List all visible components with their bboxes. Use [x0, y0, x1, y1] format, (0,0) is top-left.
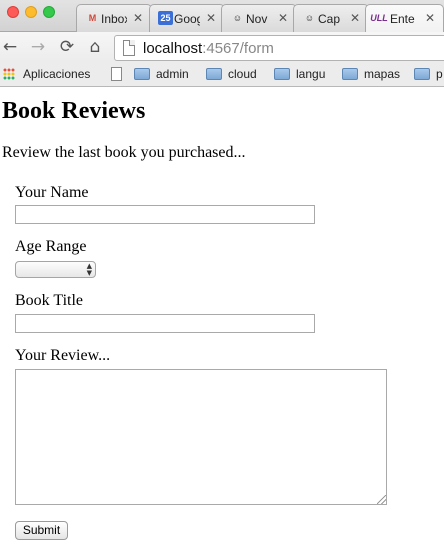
tab-close-icon[interactable]: ✕ [206, 11, 216, 25]
tab-nov[interactable]: ☺ Nov ✕ [221, 4, 297, 32]
bookmark-admin[interactable]: admin [134, 67, 189, 83]
tab-close-icon[interactable]: ✕ [425, 11, 435, 25]
bookmark-aplicaciones[interactable]: Aplicaciones [3, 67, 90, 83]
review-label: Your Review... [15, 347, 111, 364]
gmail-icon: M [88, 13, 97, 23]
tab-title: Inbox [101, 12, 127, 26]
apps-icon [3, 68, 15, 80]
bookmark-p[interactable]: p [414, 67, 443, 83]
tab-ente[interactable]: ULL Ente ✕ [365, 4, 444, 32]
book-title-label: Book Title [15, 292, 84, 309]
tab-close-icon[interactable]: ✕ [278, 11, 288, 25]
age-range-select[interactable]: ▲ ▼ [15, 261, 96, 278]
back-icon[interactable]: ← [0, 37, 20, 57]
intro-text: Review the last book you purchased... [2, 144, 246, 161]
home-icon[interactable]: ⌂ [85, 37, 105, 57]
folder-icon [206, 68, 222, 80]
bookmark-file[interactable] [111, 67, 122, 83]
url-text: localhost:4567/form [143, 40, 274, 57]
tab-close-icon[interactable]: ✕ [350, 11, 360, 25]
bookmark-cloud[interactable]: cloud [206, 67, 257, 83]
bookmark-langu[interactable]: langu [274, 67, 325, 83]
name-label: Your Name [15, 184, 89, 201]
folder-icon [134, 68, 150, 80]
tab-strip: M Inbox ✕ 25 Google ✕ ☺ Nov ✕ ☺ Cap ✕ UL… [0, 0, 444, 32]
bookmarks-bar: Aplicaciones admin cloud langu mapas p [0, 62, 444, 87]
forward-icon[interactable]: → [28, 37, 48, 57]
ull-icon: ULL [370, 13, 388, 23]
window-minimize-button[interactable] [25, 6, 37, 18]
folder-icon [342, 68, 358, 80]
tab-cap[interactable]: ☺ Cap ✕ [293, 4, 369, 32]
folder-icon [274, 68, 290, 80]
page-icon [123, 40, 135, 56]
book-title-input[interactable] [15, 314, 315, 333]
tab-title: Google [174, 12, 200, 26]
tab-google[interactable]: 25 Google ✕ [149, 4, 225, 32]
submit-button[interactable]: Submit [15, 521, 68, 540]
address-bar[interactable]: localhost:4567/form [114, 35, 444, 61]
tab-title: Cap [318, 12, 341, 26]
tab-title: Nov [246, 12, 268, 26]
reload-icon[interactable]: ⟳ [57, 37, 77, 57]
window-close-button[interactable] [7, 6, 19, 18]
browser-toolbar: ← → ⟳ ⌂ localhost:4567/form [0, 32, 444, 62]
tab-title: Ente [390, 12, 415, 26]
folder-icon [414, 68, 430, 80]
face-icon: ☺ [232, 13, 243, 23]
window-maximize-button[interactable] [43, 6, 55, 18]
age-label: Age Range [15, 238, 87, 255]
name-input[interactable] [15, 205, 315, 224]
select-arrows-icon: ▲ ▼ [86, 262, 92, 277]
review-textarea[interactable] [15, 369, 387, 505]
tab-close-icon[interactable]: ✕ [133, 11, 143, 25]
page-content: Book Reviews Review the last book you pu… [0, 88, 444, 559]
calendar-icon: 25 [158, 11, 173, 25]
file-icon [111, 67, 122, 81]
page-title: Book Reviews [2, 98, 146, 124]
face-icon: ☺ [304, 13, 315, 23]
tab-inbox[interactable]: M Inbox ✕ [76, 4, 152, 32]
bookmark-mapas[interactable]: mapas [342, 67, 400, 83]
resize-grip-icon[interactable] [377, 495, 386, 504]
